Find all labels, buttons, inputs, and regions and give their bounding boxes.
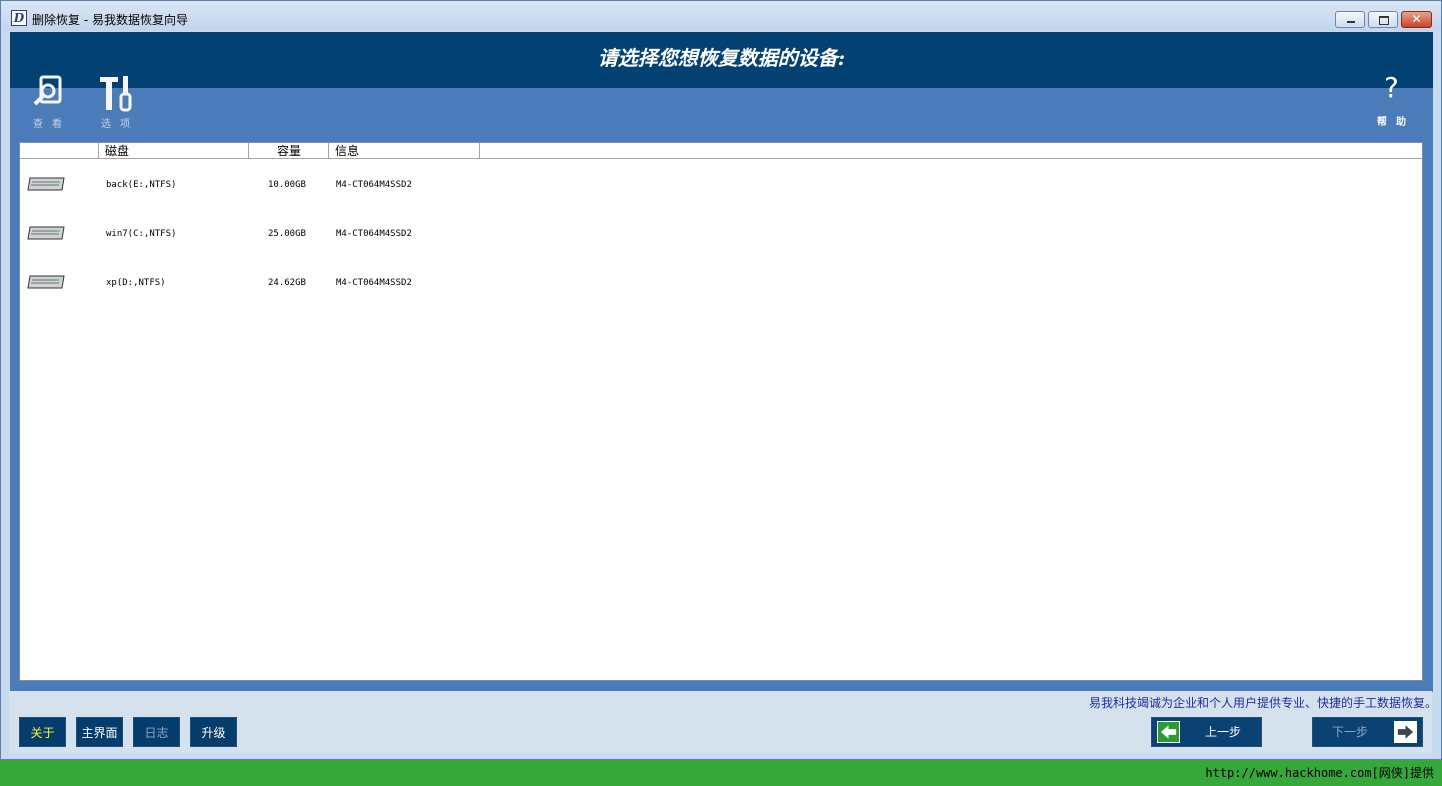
help-label: 帮助 (1377, 117, 1415, 128)
next-step-label: 下一步 (1332, 725, 1369, 739)
view-icon (33, 75, 62, 106)
table-row[interactable]: win7(C:,NTFS) 25.00GB M4-CT064M4SSD2 (20, 216, 1422, 256)
options-label: 选项 (101, 119, 139, 130)
disk-capacity: 25.00GB (268, 229, 306, 239)
footer-strip: http://www.hackhome.com[网侠]提供 (0, 760, 1442, 786)
previous-step-label: 上一步 (1205, 725, 1242, 739)
disk-info: M4-CT064M4SSD2 (336, 229, 412, 239)
arrow-right-icon (1394, 721, 1417, 743)
about-button[interactable]: 关于 (19, 717, 66, 747)
toolbar: 查看 选项 ? 帮助 (10, 72, 1433, 142)
minimize-button[interactable] (1335, 11, 1365, 28)
disk-info: M4-CT064M4SSD2 (336, 278, 412, 288)
table-row[interactable]: xp(D:,NTFS) 24.62GB M4-CT064M4SSD2 (20, 265, 1422, 305)
main-menu-button[interactable]: 主界面 (76, 717, 123, 747)
options-icon (100, 76, 132, 112)
source-credit: http://www.hackhome.com[网侠]提供 (1205, 766, 1434, 780)
disk-capacity: 10.00GB (268, 180, 306, 190)
column-header-filler (480, 143, 1422, 159)
upgrade-button[interactable]: 升级 (190, 717, 237, 747)
window-title: 删除恢复 - 易我数据恢复向导 (32, 13, 188, 27)
close-button[interactable]: ✕ (1401, 11, 1432, 28)
maximize-icon (1369, 12, 1397, 27)
previous-step-button[interactable]: 上一步 (1151, 717, 1262, 747)
disk-info: M4-CT064M4SSD2 (336, 180, 412, 190)
table-row[interactable]: back(E:,NTFS) 10.00GB M4-CT064M4SSD2 (20, 167, 1422, 207)
minimize-icon (1336, 12, 1364, 27)
next-step-button[interactable]: 下一步 (1312, 717, 1423, 747)
help-icon: ? (1384, 71, 1399, 104)
slogan-text: 易我科技竭诚为企业和个人用户提供专业、快捷的手工数据恢复。 (1088, 696, 1437, 710)
close-icon: ✕ (1411, 12, 1422, 26)
column-header-capacity[interactable]: 容量 (249, 143, 329, 159)
hard-disk-icon (27, 226, 65, 240)
hard-disk-icon (27, 177, 65, 191)
header-band: 请选择您想恢复数据的设备: (10, 32, 1433, 88)
arrow-left-icon (1157, 721, 1180, 743)
column-header-info[interactable]: 信息 (329, 143, 480, 159)
options-button[interactable]: 选项 (94, 76, 142, 132)
disk-name: xp(D:,NTFS) (106, 278, 166, 288)
title-bar[interactable]: D 删除恢复 - 易我数据恢复向导 ✕ (1, 1, 1441, 31)
disk-capacity: 24.62GB (268, 278, 306, 288)
maximize-button[interactable] (1368, 11, 1398, 28)
column-header-disk[interactable]: 磁盘 (99, 143, 249, 159)
view-label: 查看 (33, 119, 71, 130)
device-list[interactable]: 磁盘 容量 信息 back(E:,NTFS) 10.00GB M4-CT064M… (19, 142, 1423, 681)
log-button[interactable]: 日志 (133, 717, 180, 747)
view-button[interactable]: 查看 (28, 75, 76, 132)
hard-disk-icon (27, 275, 65, 289)
help-button[interactable]: ? 帮助 (1372, 72, 1422, 132)
column-header-icon[interactable] (20, 143, 99, 159)
app-logo-icon: D (11, 10, 27, 26)
disk-name: win7(C:,NTFS) (106, 229, 177, 239)
disk-name: back(E:,NTFS) (106, 180, 177, 190)
page-title: 请选择您想恢复数据的设备: (597, 46, 846, 70)
